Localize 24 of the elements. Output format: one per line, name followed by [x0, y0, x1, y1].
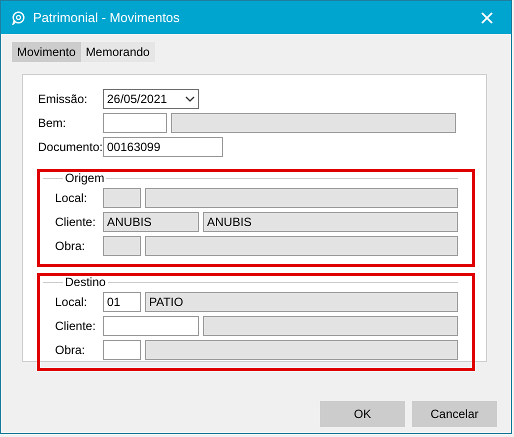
input-field[interactable] [103, 340, 141, 360]
field-label: Obra: [55, 343, 86, 357]
chevron-down-icon[interactable] [185, 96, 195, 102]
field-label: Cliente: [55, 215, 97, 229]
dialog-button[interactable]: OK [320, 401, 405, 427]
chat-bubble-icon [11, 10, 25, 24]
tab[interactable]: Movimento [12, 42, 81, 62]
field-label: Obra: [55, 239, 86, 253]
field-label: Local: [55, 191, 88, 205]
field-label: Local: [55, 295, 88, 309]
window-title: Patrimonial - Movimentos [33, 10, 181, 25]
input-field[interactable] [103, 113, 167, 133]
tab[interactable]: Memorando [80, 42, 155, 62]
group-title: Destino [64, 276, 107, 288]
close-icon[interactable] [481, 12, 493, 24]
group-title: Origem [64, 172, 106, 184]
date-dropdown[interactable]: 26/05/2021 [103, 89, 199, 109]
input-field[interactable] [103, 316, 199, 336]
input-field[interactable]: 00163099 [103, 137, 223, 157]
input-field[interactable]: 01 [103, 292, 141, 312]
field-label: Emissão: [38, 92, 88, 106]
dialog-button[interactable]: Cancelar [412, 401, 497, 427]
field-label: Cliente: [55, 319, 97, 333]
field-label: Bem: [38, 116, 68, 130]
